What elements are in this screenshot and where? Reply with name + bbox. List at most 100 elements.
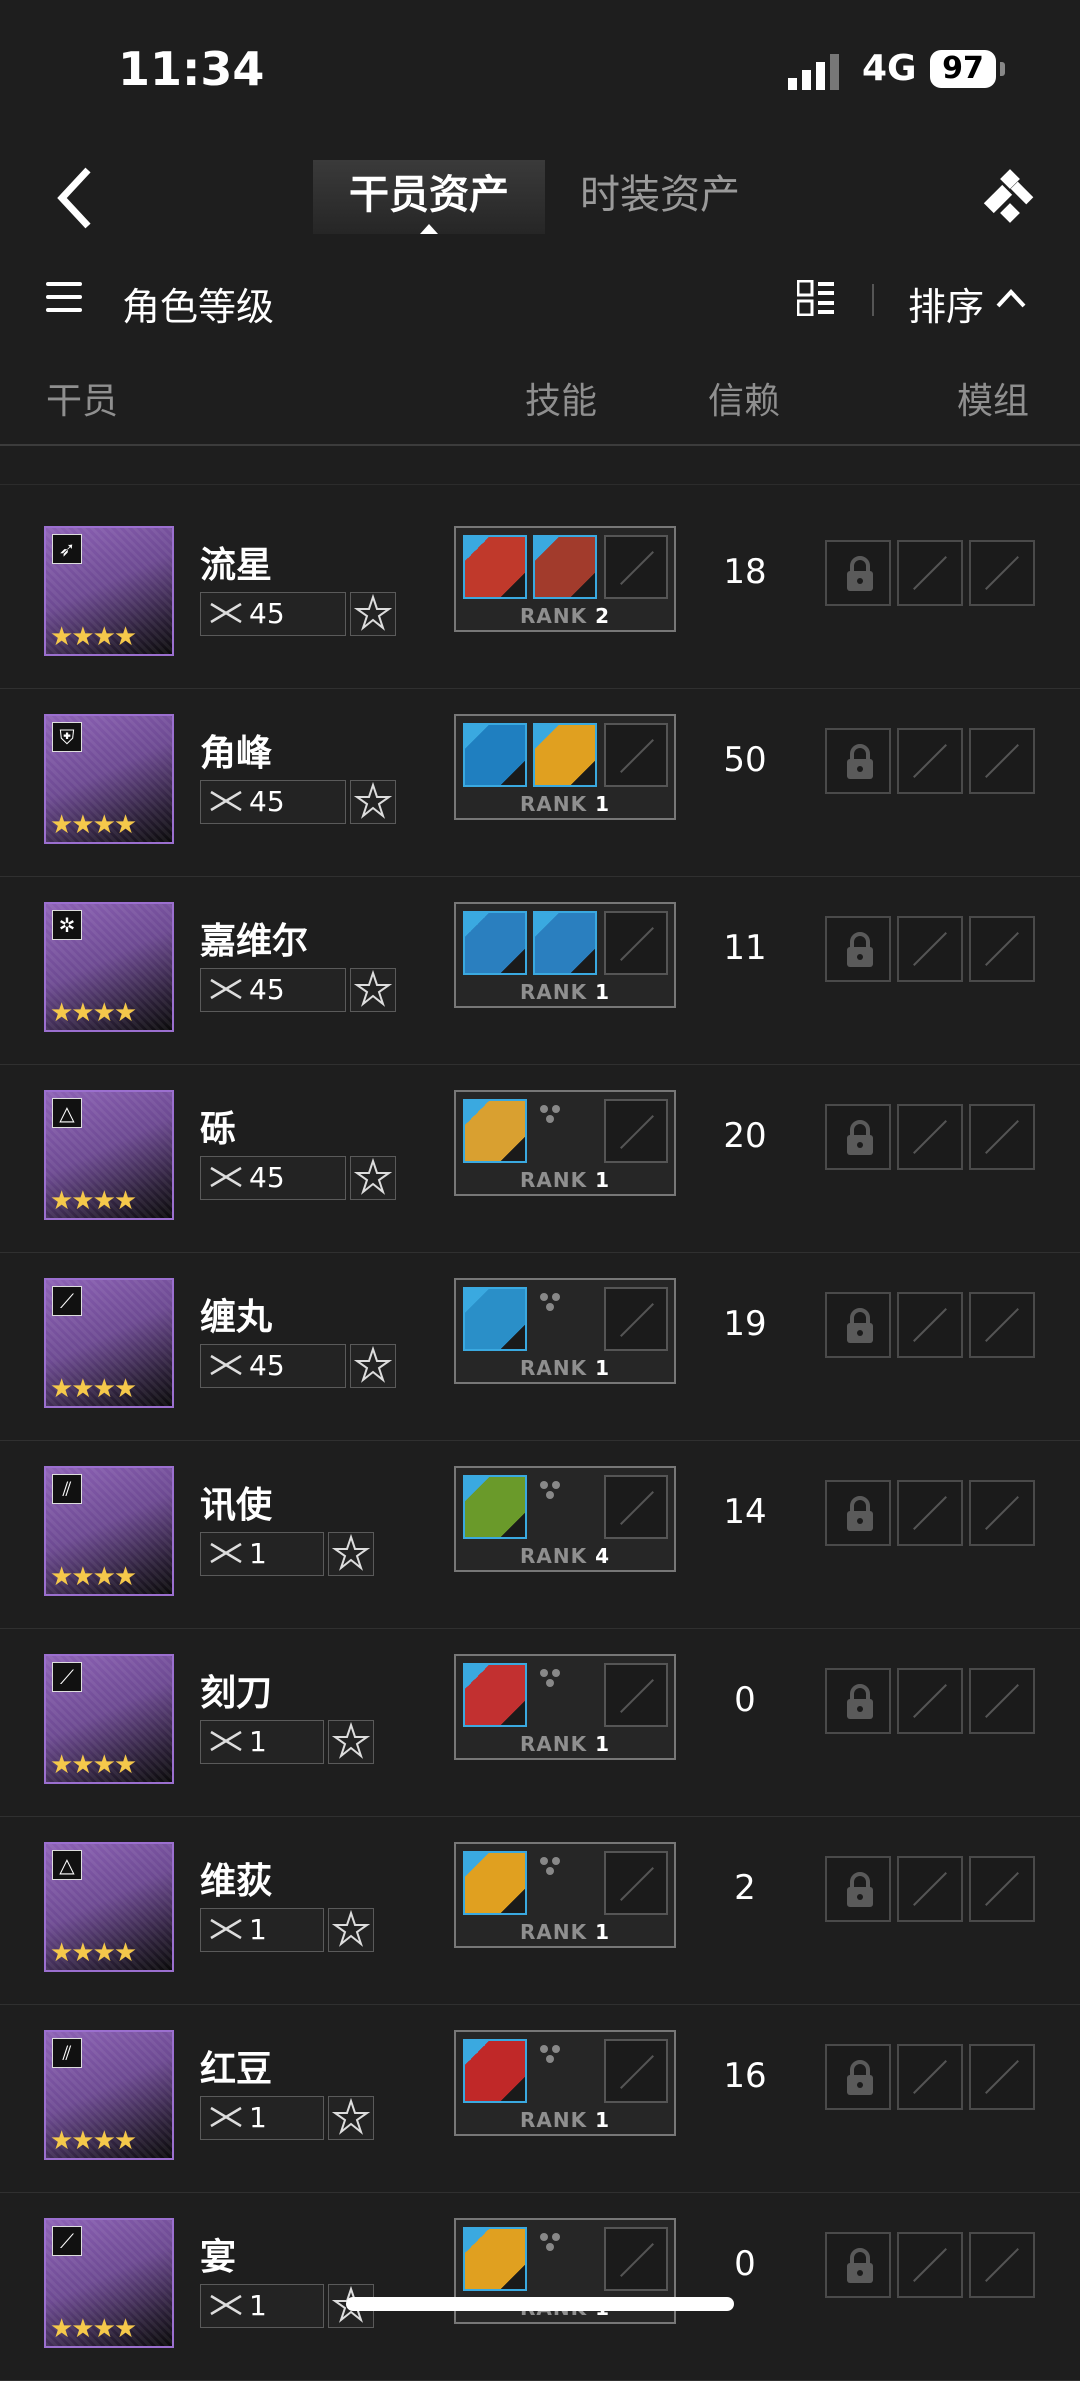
- skill-slot-dots-icon: [540, 1105, 560, 1123]
- home-indicator[interactable]: [346, 2297, 734, 2311]
- module-slot-empty[interactable]: [897, 1856, 963, 1922]
- skill-box[interactable]: RANK 1: [454, 1278, 676, 1384]
- view-toggle-icon[interactable]: [797, 280, 835, 316]
- skill-icon[interactable]: [533, 911, 597, 975]
- operator-row[interactable]: ➶ ★★★★ 流星 45 RANK 2 18: [0, 500, 1080, 689]
- operator-name: 砾: [200, 1109, 237, 1150]
- module-slot-locked[interactable]: [825, 2232, 891, 2298]
- module-slot-empty[interactable]: [897, 1292, 963, 1358]
- module-slot-locked[interactable]: [825, 1480, 891, 1546]
- module-slot-empty[interactable]: [969, 1856, 1035, 1922]
- module-slot-empty[interactable]: [897, 1480, 963, 1546]
- skill-slot-dots-icon: [540, 1857, 560, 1875]
- operator-portrait[interactable]: ➶ ★★★★: [44, 526, 174, 656]
- operator-row[interactable]: ⟋ ★★★★ 刻刀 1 RANK 1 0: [0, 1628, 1080, 1817]
- module-slot-empty[interactable]: [897, 916, 963, 982]
- filter-label[interactable]: 角色等级: [122, 276, 274, 331]
- skill-box[interactable]: RANK 1: [454, 714, 676, 820]
- operator-row[interactable]: ⛨ ★★★★ 角峰 45 RANK 1 50: [0, 688, 1080, 877]
- active-tab-caret: [420, 224, 438, 234]
- trust-value: 0: [734, 2244, 756, 2284]
- module-slot-locked[interactable]: [825, 1104, 891, 1170]
- empty-skill-slot: [604, 1099, 668, 1163]
- skill-icon[interactable]: [463, 1099, 527, 1163]
- module-slot-empty[interactable]: [897, 728, 963, 794]
- skill-box[interactable]: RANK 4: [454, 1466, 676, 1572]
- module-slot-empty[interactable]: [897, 2232, 963, 2298]
- module-slot-locked[interactable]: [825, 916, 891, 982]
- module-slot-empty[interactable]: [897, 2044, 963, 2110]
- skill-box[interactable]: RANK 1: [454, 1654, 676, 1760]
- module-slot-locked[interactable]: [825, 728, 891, 794]
- operator-row[interactable]: ✲ ★★★★ 嘉维尔 45 RANK 1 11: [0, 876, 1080, 1065]
- operator-row[interactable]: ⟋ ★★★★ 宴 1 RANK 1 0: [0, 2192, 1080, 2381]
- operator-portrait[interactable]: △ ★★★★: [44, 1842, 174, 1972]
- module-slot-empty[interactable]: [969, 2232, 1035, 2298]
- tab-outfit-assets[interactable]: 时装资产: [560, 160, 760, 234]
- skill-icon[interactable]: [463, 2227, 527, 2291]
- tab-operator-assets[interactable]: 干员资产: [313, 160, 545, 234]
- empty-skill-slot: [604, 1287, 668, 1351]
- module-slot-empty[interactable]: [897, 540, 963, 606]
- module-slot-locked[interactable]: [825, 1292, 891, 1358]
- skill-box[interactable]: RANK 1: [454, 1842, 676, 1948]
- skill-icon[interactable]: [463, 911, 527, 975]
- module-slot-empty[interactable]: [969, 1668, 1035, 1734]
- skill-box[interactable]: RANK 2: [454, 526, 676, 632]
- lock-icon: [847, 556, 873, 591]
- operator-row[interactable]: △ ★★★★ 维荻 1 RANK 1 2: [0, 1816, 1080, 2005]
- module-slot-empty[interactable]: [969, 540, 1035, 606]
- module-slot-empty[interactable]: [969, 728, 1035, 794]
- module-slot-empty[interactable]: [897, 1104, 963, 1170]
- skill-icon[interactable]: [463, 2039, 527, 2103]
- module-slot-empty[interactable]: [897, 1668, 963, 1734]
- skill-box[interactable]: RANK 1: [454, 2030, 676, 2136]
- skill-icon[interactable]: [463, 535, 527, 599]
- operator-row[interactable]: ⟋ ★★★★ 缠丸 45 RANK 1 19: [0, 1252, 1080, 1441]
- skill-rank: RANK 4: [519, 1544, 610, 1568]
- operator-portrait[interactable]: △ ★★★★: [44, 1090, 174, 1220]
- back-arrow-icon[interactable]: [50, 164, 102, 232]
- skill-box[interactable]: RANK 1: [454, 902, 676, 1008]
- sort-button[interactable]: 排序: [908, 276, 984, 331]
- guard-icon: ⟋: [52, 1286, 82, 1316]
- operator-portrait[interactable]: ⟋ ★★★★: [44, 2218, 174, 2348]
- operator-portrait[interactable]: ⛨ ★★★★: [44, 714, 174, 844]
- operator-row[interactable]: ⫽ ★★★★ 讯使 1 RANK 4 14: [0, 1440, 1080, 1629]
- module-slot-empty[interactable]: [969, 1104, 1035, 1170]
- operator-portrait[interactable]: ⟋ ★★★★: [44, 1278, 174, 1408]
- skill-icon[interactable]: [463, 1851, 527, 1915]
- operator-portrait[interactable]: ⫽ ★★★★: [44, 2030, 174, 2160]
- skill-icon[interactable]: [533, 535, 597, 599]
- skill-rank: RANK 1: [519, 1920, 610, 1944]
- chevron-up-icon[interactable]: [994, 286, 1028, 310]
- module-slot-empty[interactable]: [969, 1480, 1035, 1546]
- skill-icon[interactable]: [533, 723, 597, 787]
- skill-icon[interactable]: [463, 1475, 527, 1539]
- skill-icon[interactable]: [463, 1287, 527, 1351]
- menu-icon[interactable]: [46, 282, 82, 312]
- skill-icon[interactable]: [463, 723, 527, 787]
- module-slot-empty[interactable]: [969, 1292, 1035, 1358]
- module-slot-empty[interactable]: [969, 2044, 1035, 2110]
- module-slot-empty[interactable]: [969, 916, 1035, 982]
- skill-icon[interactable]: [463, 1663, 527, 1727]
- level-value: 45: [249, 1161, 285, 1194]
- operator-portrait[interactable]: ⫽ ★★★★: [44, 1466, 174, 1596]
- module-slot-locked[interactable]: [825, 2044, 891, 2110]
- operator-portrait[interactable]: ✲ ★★★★: [44, 902, 174, 1032]
- level-badge: 45: [200, 592, 346, 636]
- operator-row[interactable]: ⫽ ★★★★ 红豆 1 RANK 1 16: [0, 2004, 1080, 2193]
- skill-box[interactable]: RANK 1: [454, 1090, 676, 1196]
- module-slot-locked[interactable]: [825, 1668, 891, 1734]
- specialist-icon: △: [52, 1850, 82, 1880]
- module-slot-locked[interactable]: [825, 1856, 891, 1922]
- module-slot-locked[interactable]: [825, 540, 891, 606]
- empty-skill-slot: [604, 2227, 668, 2291]
- operator-row[interactable]: △ ★★★★ 砾 45 RANK 1 20: [0, 1064, 1080, 1253]
- skill-rank: RANK 1: [519, 1732, 610, 1756]
- lock-icon: [847, 1308, 873, 1343]
- share-icon[interactable]: [975, 164, 1045, 228]
- operator-portrait[interactable]: ⟋ ★★★★: [44, 1654, 174, 1784]
- potential-icon: [350, 592, 396, 636]
